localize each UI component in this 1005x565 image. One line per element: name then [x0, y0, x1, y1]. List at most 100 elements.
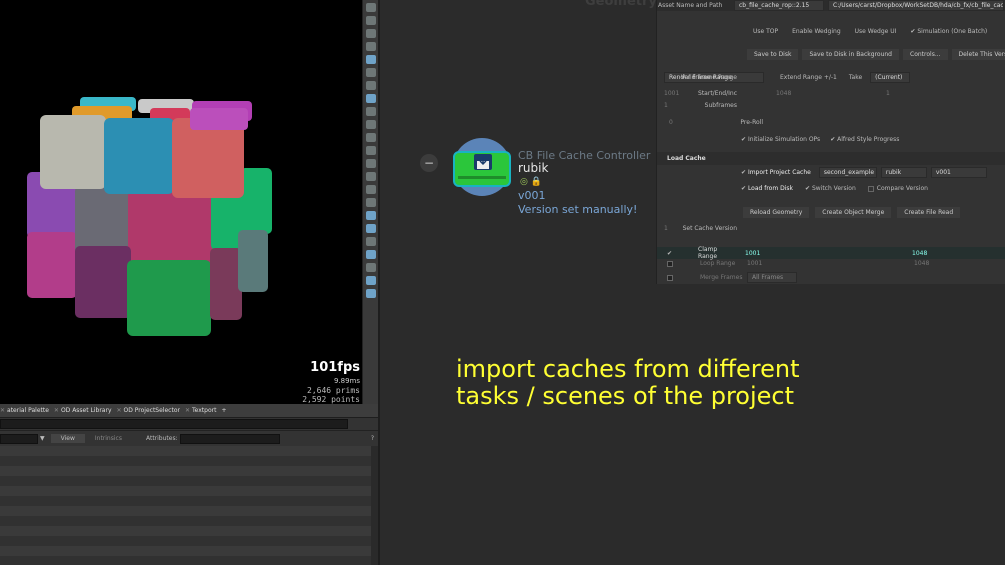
import-version-dropdown[interactable]: v001	[930, 167, 987, 178]
reload-geometry-button[interactable]: Reload Geometry	[743, 207, 810, 218]
camera-icon[interactable]	[365, 29, 376, 38]
preroll-label: Pre-Roll	[740, 119, 763, 126]
snap-icon[interactable]	[365, 55, 376, 64]
clamp-end-field[interactable]: 1048	[912, 250, 927, 257]
geometry-stats: 2,646 prims 2,592 points	[302, 386, 360, 404]
view-icon[interactable]	[365, 276, 376, 285]
ghost-icon[interactable]	[365, 237, 376, 246]
create-object-merge-button[interactable]: Create Object Merge	[815, 207, 892, 218]
intrinsics-button[interactable]: Intrinsics	[95, 435, 122, 442]
shading-icon[interactable]	[365, 94, 376, 103]
set-cache-version-label: Set Cache Version	[682, 225, 737, 232]
tab-od-project-selector[interactable]: ✕ OD ProjectSelector	[117, 407, 185, 414]
tab-material-palette[interactable]: ✕ aterial Palette	[0, 407, 54, 414]
spreadsheet-toolbar: ▼ View Intrinsics Attributes: ?	[0, 431, 378, 446]
help-icon[interactable]: ?	[371, 435, 374, 442]
view-button[interactable]: View	[50, 434, 85, 443]
caption-line-2: tasks / scenes of the project	[456, 382, 795, 410]
file-cache-node[interactable]	[452, 138, 514, 198]
import-project-cache-checkbox[interactable]: ✔ Import Project Cache	[741, 169, 811, 176]
import-name-dropdown[interactable]: rubik	[880, 167, 927, 178]
controls-button[interactable]: Controls...	[903, 49, 948, 60]
pen-icon[interactable]	[365, 159, 376, 168]
save-to-disk-button[interactable]: Save to Disk	[747, 49, 799, 60]
switch-version-checkbox[interactable]: ✔ Switch Version	[805, 185, 856, 192]
parameter-panel: Asset Name and Path cb_file_cache_rop::2…	[656, 0, 1005, 284]
tab-textport[interactable]: ✕ Textport	[185, 407, 221, 414]
clamp-range-checkbox[interactable]: ✔	[667, 250, 672, 257]
asset-path-field[interactable]: C:/Users/carst/Dropbox/WorkSetDB/hda/cb_…	[828, 0, 1004, 11]
texture-icon[interactable]	[365, 224, 376, 233]
merge-frames-dropdown[interactable]: All Frames	[747, 272, 797, 283]
vector-icon[interactable]	[365, 250, 376, 259]
subframes-label: Subframes	[704, 102, 737, 109]
viewport-toolbar	[362, 0, 378, 404]
filter-field[interactable]	[0, 433, 38, 444]
use-wedge-ui-toggle[interactable]: Use Wedge UI	[855, 28, 897, 35]
valid-range-label: Valid Frame Range	[681, 74, 737, 81]
save-background-button[interactable]: Save to Disk in Background	[802, 49, 899, 60]
viewport[interactable]: 101fps 9.89ms 2,646 prims 2,592 points	[0, 0, 362, 404]
frame-time-readout: 9.89ms	[333, 377, 360, 385]
arrow-icon[interactable]	[365, 146, 376, 155]
points-icon[interactable]	[365, 107, 376, 116]
start-end-label: Start/End/Inc	[698, 90, 737, 97]
end-field[interactable]: 1048	[776, 90, 886, 97]
use-top-toggle[interactable]: Use TOP	[753, 28, 778, 35]
loop-end-field[interactable]: 1048	[914, 260, 929, 267]
caption-overlay: import caches from different tasks / sce…	[456, 356, 800, 410]
sphere-icon[interactable]	[365, 42, 376, 51]
display-flag-icon[interactable]: ◎	[520, 177, 528, 187]
grid-icon[interactable]	[365, 211, 376, 220]
geometry-spreadsheet[interactable]	[0, 446, 372, 565]
network-context-label: Geometry	[585, 0, 657, 9]
attributes-field[interactable]	[179, 433, 280, 444]
load-from-disk-checkbox[interactable]: ✔ Load from Disk	[741, 185, 793, 192]
node-flags: ◎ 🔒	[520, 177, 542, 187]
tab-od-asset-library[interactable]: ✕ OD Asset Library	[54, 407, 117, 414]
prims-count: 2,646 prims	[307, 386, 360, 395]
display-option-icon[interactable]	[365, 3, 376, 12]
points-count: 2,592 points	[302, 395, 360, 404]
dot-icon[interactable]	[365, 133, 376, 142]
info-icon[interactable]	[365, 289, 376, 298]
import-scene-dropdown[interactable]: second_example	[818, 167, 877, 178]
lock-flag-icon[interactable]: 🔒	[531, 177, 542, 187]
lock-icon[interactable]	[365, 16, 376, 25]
collapse-node-icon[interactable]: −	[420, 154, 438, 172]
alfred-checkbox[interactable]: ✔ Alfred Style Progress	[830, 136, 899, 143]
delete-version-button[interactable]: Delete This Version	[951, 49, 1005, 60]
inc-field[interactable]: 1	[886, 90, 890, 97]
loop-range-label: Loop Range	[700, 260, 736, 267]
spreadsheet-scrollbar[interactable]	[371, 446, 378, 565]
guide-icon[interactable]	[365, 263, 376, 272]
render-icon[interactable]	[365, 81, 376, 90]
simulation-toggle[interactable]: ✔ Simulation (One Batch)	[910, 28, 987, 35]
compare-version-checkbox[interactable]: Compare Version	[867, 185, 928, 192]
asset-name-field[interactable]: cb_file_cache_rop::2.15	[734, 0, 824, 11]
node-version: v001	[518, 189, 546, 202]
extend-range-label: Extend Range +/-1	[780, 74, 837, 81]
paint-icon[interactable]	[365, 198, 376, 207]
enable-wedging-toggle[interactable]: Enable Wedging	[792, 28, 841, 35]
path-field[interactable]	[0, 419, 348, 429]
loop-start-field[interactable]: 1001	[747, 260, 914, 267]
select-icon[interactable]	[365, 120, 376, 129]
init-sim-checkbox[interactable]: ✔ Initialize Simulation OPs	[741, 136, 820, 143]
normals-icon[interactable]	[365, 172, 376, 181]
loop-range-checkbox[interactable]	[667, 260, 673, 267]
take-dropdown[interactable]: (Current)	[870, 72, 911, 83]
light-icon[interactable]	[365, 68, 376, 77]
caption-line-1: import caches from different	[456, 355, 800, 383]
clamp-start-field[interactable]: 1001	[745, 250, 912, 257]
merge-frames-label: Merge Frames	[700, 274, 743, 281]
merge-frames-checkbox[interactable]	[667, 274, 673, 281]
rubiks-cube-render	[27, 97, 272, 336]
clamp-range-label: Clamp Range	[698, 246, 718, 260]
filter-icon[interactable]: ▼	[40, 435, 45, 442]
load-cache-section[interactable]: Load Cache	[657, 152, 1005, 165]
node-name[interactable]: rubik	[518, 161, 548, 175]
create-file-read-button[interactable]: Create File Read	[897, 207, 961, 218]
add-tab-button[interactable]: +	[221, 407, 231, 414]
brush-icon[interactable]	[365, 185, 376, 194]
